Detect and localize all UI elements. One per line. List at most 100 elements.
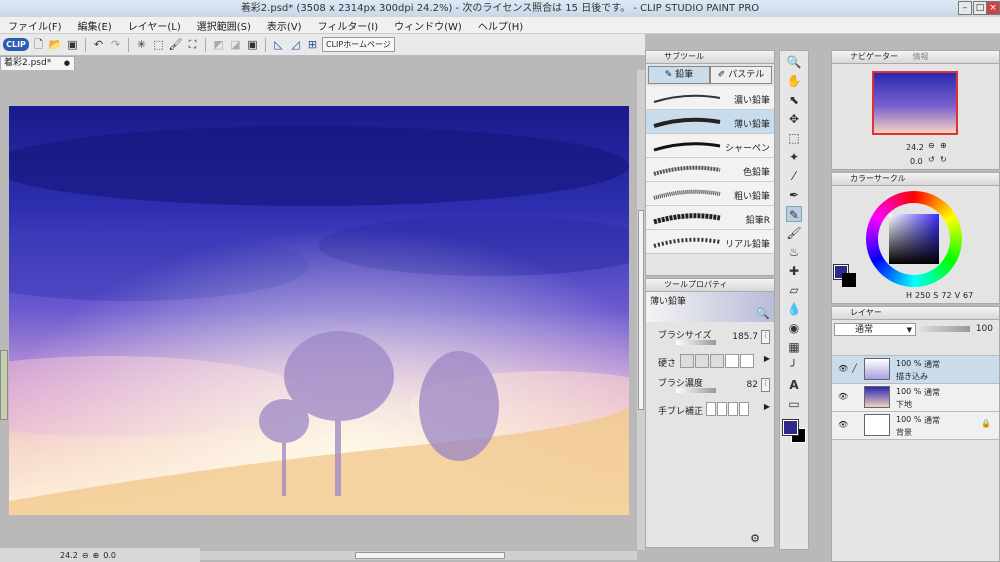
navigator-zoom-in-icon[interactable]: ⊕ <box>940 141 947 150</box>
deselect-icon[interactable]: ◩ <box>211 37 226 52</box>
main-color-swatch[interactable] <box>782 419 799 436</box>
snap-grid-icon[interactable]: ⊞ <box>305 37 320 52</box>
tab-info[interactable]: 情報 <box>913 52 929 61</box>
document-close-button[interactable]: ● <box>64 57 70 70</box>
pencil-tool-icon[interactable]: ✎ <box>786 206 802 222</box>
zoom-tool-icon[interactable]: 🔍 <box>786 54 802 70</box>
brush-size-slider[interactable] <box>676 340 716 345</box>
menu-file[interactable]: ファイル(F) <box>8 18 62 33</box>
angle-value[interactable]: 0.0 <box>103 551 116 560</box>
maximize-button[interactable]: □ <box>973 1 987 15</box>
clear-icon[interactable]: ✳ <box>134 37 149 52</box>
settings-gear-icon[interactable]: ⚙ <box>750 532 760 545</box>
blend-mode-select[interactable]: 通常 ▼ <box>834 323 916 336</box>
density-slider[interactable] <box>676 388 716 393</box>
menu-edit[interactable]: 編集(E) <box>78 18 112 33</box>
brush-item[interactable]: 薄い鉛筆 <box>646 110 774 134</box>
brush-item[interactable]: 鉛筆R <box>646 206 774 230</box>
airbrush-icon[interactable]: ♨ <box>786 244 802 260</box>
drawing-canvas[interactable] <box>9 106 629 515</box>
brush-item[interactable]: シャーペン <box>646 134 774 158</box>
vertical-scroll-thumb[interactable] <box>638 210 644 410</box>
layer-row[interactable]: 👁 ╱ 100 % 通常 描き込み <box>832 356 999 384</box>
layer-row[interactable]: 👁 100 % 通常 背景 🔒 <box>832 412 999 440</box>
eye-icon[interactable]: 👁 <box>838 420 848 429</box>
menu-selection[interactable]: 選択範囲(S) <box>197 18 251 33</box>
clip-home-button[interactable]: CLIPホームページ <box>322 37 395 52</box>
close-button[interactable]: × <box>986 1 1000 15</box>
saturation-value-square[interactable] <box>889 214 939 264</box>
navigator-zoom-value[interactable]: 24.2 <box>906 143 924 152</box>
invert-selection-icon[interactable]: ◪ <box>228 37 243 52</box>
brush-item[interactable]: 濃い鉛筆 <box>646 86 774 110</box>
clip-logo-button[interactable]: CLIP <box>3 38 29 51</box>
brush-tool-icon[interactable]: 🖌 <box>786 225 802 241</box>
blend-icon[interactable]: 💧 <box>786 301 802 317</box>
minimize-button[interactable]: – <box>958 1 972 15</box>
color-sub-swatch[interactable] <box>842 273 856 287</box>
stabilization-arrow-icon[interactable]: ▶ <box>764 402 770 411</box>
open-folder-icon[interactable]: 📂 <box>48 37 63 52</box>
hardness-arrow-icon[interactable]: ▶ <box>764 354 770 363</box>
hand-tool-icon[interactable]: ✋ <box>786 73 802 89</box>
hardness-selector[interactable] <box>680 354 754 368</box>
brush-size-value[interactable]: 185.7 <box>732 332 758 342</box>
text-tool-icon[interactable]: A <box>786 377 802 393</box>
tab-color-circle[interactable]: カラーサークル <box>850 174 906 183</box>
fill-tool-icon[interactable]: ◉ <box>786 320 802 336</box>
menu-window[interactable]: ウィンドウ(W) <box>394 18 462 33</box>
new-file-icon[interactable]: 🗋 <box>31 37 46 52</box>
side-handle[interactable] <box>0 350 8 420</box>
tab-navigator[interactable]: ナビゲーター <box>850 52 898 61</box>
balloon-icon[interactable]: ▭ <box>786 396 802 412</box>
stabilization-selector[interactable] <box>706 402 749 416</box>
magnify-icon[interactable]: 🔍 <box>756 307 770 320</box>
navigator-rotation-value[interactable]: 0.0 <box>910 157 923 166</box>
snap-ruler-icon[interactable]: ◺ <box>271 37 286 52</box>
brush-item[interactable]: 色鉛筆 <box>646 158 774 182</box>
rotate-right-icon[interactable]: ↻ <box>940 155 947 164</box>
eraser-icon[interactable]: ▱ <box>786 282 802 298</box>
navigator-zoom-out-icon[interactable]: ⊖ <box>928 141 935 150</box>
fill-icon[interactable]: 🖌 <box>168 37 183 52</box>
show-selection-icon[interactable]: ▣ <box>245 37 260 52</box>
snap-special-ruler-icon[interactable]: ◿ <box>288 37 303 52</box>
navigator-preview[interactable] <box>872 71 958 135</box>
save-icon[interactable]: ▣ <box>65 37 80 52</box>
move-layer-icon[interactable]: ✥ <box>786 111 802 127</box>
selection-tool-icon[interactable]: ⬚ <box>786 130 802 146</box>
opacity-value[interactable]: 100 <box>976 324 993 334</box>
horizontal-scrollbar[interactable] <box>200 551 637 560</box>
menu-help[interactable]: ヘルプ(H) <box>478 18 523 33</box>
rotate-left-icon[interactable]: ↺ <box>928 155 935 164</box>
horizontal-scroll-thumb[interactable] <box>355 552 505 559</box>
transform-icon[interactable]: ⛶ <box>185 37 200 52</box>
undo-icon[interactable]: ↶ <box>91 37 106 52</box>
tab-pastel[interactable]: ✐ パステル <box>710 66 772 84</box>
auto-select-icon[interactable]: ✦ <box>786 149 802 165</box>
tab-pencil[interactable]: ✎ 鉛筆 <box>648 66 710 84</box>
brush-item[interactable]: 粗い鉛筆 <box>646 182 774 206</box>
eye-icon[interactable]: 👁 <box>838 364 848 373</box>
density-menu-button[interactable]: ⋮ <box>761 378 770 392</box>
vertical-scrollbar[interactable] <box>637 70 645 550</box>
layer-row[interactable]: 👁 100 % 通常 下地 <box>832 384 999 412</box>
eyedropper-icon[interactable]: ⁄ <box>786 168 802 184</box>
lock-icon[interactable]: 🔒 <box>981 419 991 428</box>
zoom-in-icon[interactable]: ⊕ <box>93 551 100 560</box>
brush-item[interactable]: リアル鉛筆 <box>646 230 774 254</box>
redo-icon[interactable]: ↷ <box>108 37 123 52</box>
menu-layer[interactable]: レイヤー(L) <box>128 18 181 33</box>
brush-size-menu-button[interactable]: ⋮ <box>761 330 770 344</box>
figure-icon[interactable]: ╯ <box>786 358 802 374</box>
zoom-out-icon[interactable]: ⊖ <box>82 551 89 560</box>
gradient-icon[interactable]: ▦ <box>786 339 802 355</box>
opacity-slider[interactable] <box>920 326 970 332</box>
menu-filter[interactable]: フィルター(I) <box>318 18 379 33</box>
pen-tool-icon[interactable]: ✒ <box>786 187 802 203</box>
operation-tool-icon[interactable]: ⬉ <box>786 92 802 108</box>
hue-ring[interactable] <box>866 191 962 287</box>
density-value[interactable]: 82 <box>747 380 758 390</box>
zoom-value[interactable]: 24.2 <box>60 551 78 560</box>
eye-icon[interactable]: 👁 <box>838 392 848 401</box>
